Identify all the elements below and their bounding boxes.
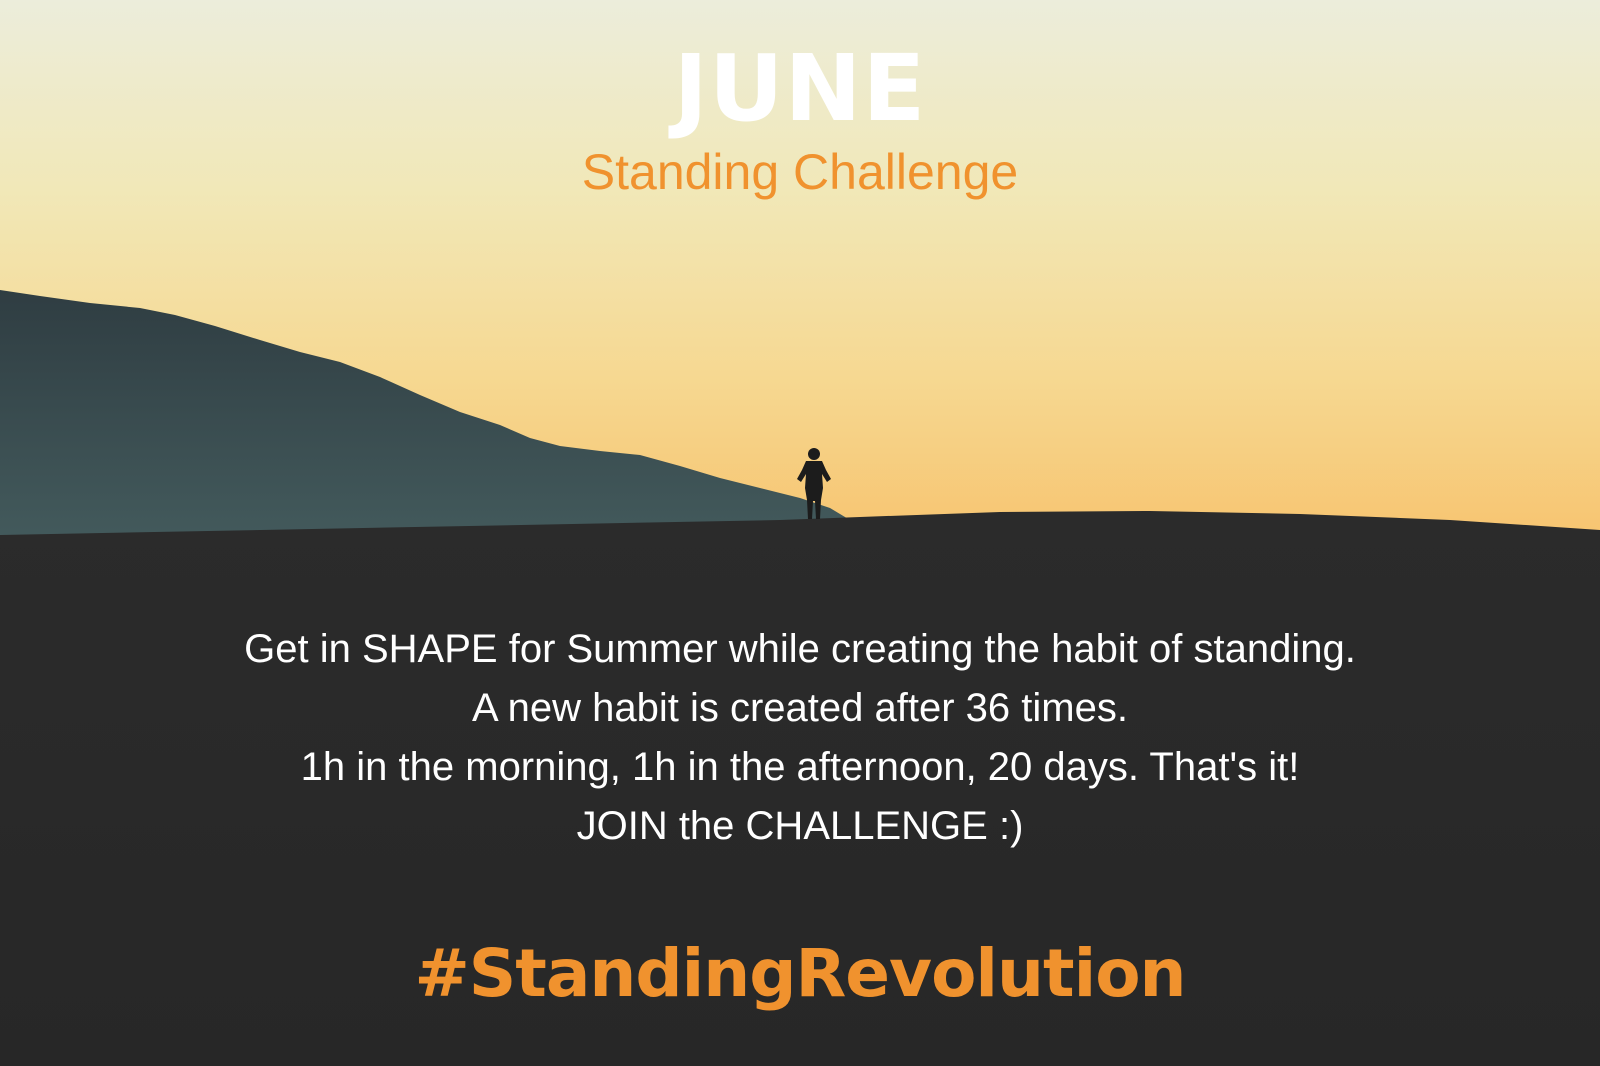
description-line: 1h in the morning, 1h in the afternoon, …: [300, 745, 1300, 789]
challenge-subtitle: Standing Challenge: [581, 144, 1019, 200]
challenge-poster: JUNE Standing Challenge Get in SHAPE for…: [0, 0, 1600, 1066]
description-line: A new habit is created after 36 times.: [472, 686, 1128, 730]
description-line: JOIN the CHALLENGE :): [576, 804, 1024, 848]
month-title: JUNE: [673, 35, 927, 142]
description-line: Get in SHAPE for Summer while creating t…: [244, 627, 1356, 671]
hashtag: #StandingRevolution: [414, 935, 1186, 1012]
challenge-description: Get in SHAPE for Summer while creating t…: [0, 620, 1600, 856]
